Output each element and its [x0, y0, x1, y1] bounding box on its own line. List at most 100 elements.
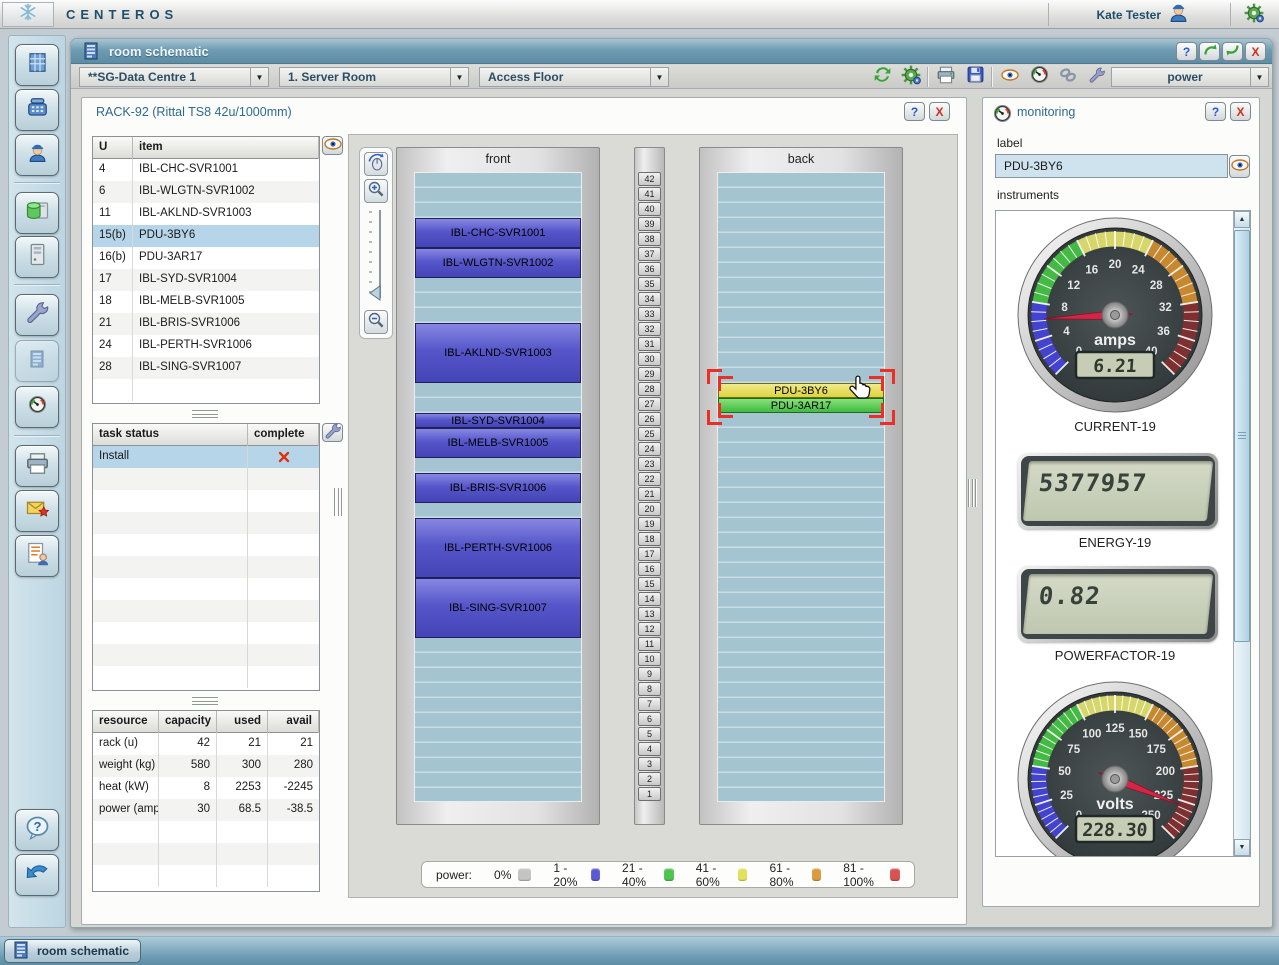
rack-help-button[interactable]: ? — [904, 102, 925, 121]
splitter-grip[interactable] — [192, 697, 218, 705]
scrollbar-thumb[interactable] — [1234, 230, 1250, 642]
settings-button[interactable] — [1241, 3, 1267, 27]
restore-up-button[interactable] — [1199, 42, 1220, 61]
table-cell: 68.5 — [217, 799, 268, 821]
u-scale-cell: 42 — [638, 172, 661, 186]
table-cell: 21 — [217, 733, 268, 755]
table-row[interactable]: 17IBL-SYD-SVR1004 — [93, 269, 319, 291]
toolbar-dropdown-0[interactable]: **SG-Data Centre 1▼ — [79, 67, 269, 87]
rack-item-IBL-CHC-SVR1001[interactable]: IBL-CHC-SVR1001 — [415, 218, 581, 248]
table-row[interactable]: 6IBL-WLGTN-SVR1002 — [93, 181, 319, 203]
task-tools-button[interactable] — [322, 423, 343, 442]
close-button[interactable]: X — [1245, 42, 1266, 61]
sidebar-button-datacenter[interactable] — [15, 44, 59, 86]
rack-item-IBL-MELB-SVR1005[interactable]: IBL-MELB-SVR1005 — [415, 428, 581, 458]
sidebar-button-help[interactable]: ? — [15, 809, 59, 851]
user-menu[interactable]: Kate Tester — [1097, 3, 1189, 26]
sidebar-button-tools[interactable] — [15, 294, 59, 336]
eye-button[interactable] — [997, 67, 1023, 87]
links-button[interactable] — [1055, 67, 1081, 87]
rack-item-IBL-PERTH-SVR1006[interactable]: IBL-PERTH-SVR1006 — [415, 518, 581, 578]
table-cell — [93, 468, 248, 490]
table-row[interactable]: weight (kg)580300280 — [93, 755, 319, 777]
svg-text:20: 20 — [1109, 259, 1122, 271]
sidebar-button-database[interactable] — [15, 192, 59, 234]
zoom-in-button[interactable] — [364, 179, 388, 203]
table-row[interactable]: heat (kW)82253-2245 — [93, 777, 319, 799]
scroll-down-button[interactable]: ▼ — [1234, 839, 1250, 856]
column-header: item — [133, 137, 319, 159]
table-cell — [248, 490, 319, 512]
save-button[interactable] — [962, 67, 988, 87]
sidebar-button-printer[interactable] — [15, 445, 59, 487]
table-row[interactable]: power (amp3068.5-38.5 — [93, 799, 319, 821]
sidebar-button-server[interactable] — [15, 236, 59, 278]
table-row[interactable]: 4IBL-CHC-SVR1001 — [93, 159, 319, 181]
rack-items-table[interactable]: Uitem4IBL-CHC-SVR10016IBL-WLGTN-SVR10021… — [92, 136, 320, 404]
sidebar-button-gauge[interactable] — [15, 386, 59, 428]
table-row[interactable]: Install — [93, 446, 319, 468]
sidebar-button-back[interactable] — [15, 854, 59, 896]
rack-item-IBL-SING-SVR1007[interactable]: IBL-SING-SVR1007 — [415, 578, 581, 638]
table-cell — [217, 843, 268, 865]
scroll-up-button[interactable]: ▲ — [1234, 211, 1250, 228]
splitter-grip-vertical[interactable] — [334, 488, 342, 516]
table-row[interactable]: rack (u)422121 — [93, 733, 319, 755]
view-mode-dropdown[interactable]: power▼ — [1111, 67, 1269, 87]
column-header: capacity — [159, 711, 217, 733]
rack-close-button[interactable]: X — [929, 102, 950, 121]
zoom-slider[interactable] — [363, 206, 389, 307]
legend-label: power: — [436, 868, 472, 882]
snowflake-icon — [14, 2, 42, 27]
u-scale-cell: 6 — [638, 712, 661, 726]
rotate-icon — [366, 152, 386, 177]
window-title: room schematic — [109, 44, 209, 59]
rack-item-IBL-BRIS-SVR1006[interactable]: IBL-BRIS-SVR1006 — [415, 473, 581, 503]
rack-item-IBL-AKLND-SVR1003[interactable]: IBL-AKLND-SVR1003 — [415, 323, 581, 383]
table-cell: 580 — [159, 755, 217, 777]
window-toolbar: **SG-Data Centre 1▼ 1. Server Room▼ Access… — [71, 65, 1272, 89]
monitoring-close-button[interactable]: X — [1230, 102, 1251, 121]
rack-item-IBL-SYD-SVR1004[interactable]: IBL-SYD-SVR1004 — [415, 413, 581, 428]
u-scale-cell: 13 — [638, 607, 661, 621]
taskbar-room-schematic-button[interactable]: room schematic — [4, 939, 141, 963]
toolbar-dropdown-1[interactable]: 1. Server Room▼ — [279, 67, 469, 87]
table-row[interactable]: 21IBL-BRIS-SVR1006 — [93, 313, 319, 335]
label-visibility-button[interactable] — [1229, 155, 1250, 178]
wrench-button[interactable] — [1084, 67, 1110, 87]
gauge-button[interactable] — [1026, 67, 1052, 87]
rotate-view-button[interactable] — [364, 152, 388, 176]
table-row[interactable]: 16(b)PDU-3AR17 — [93, 247, 319, 269]
table-row[interactable]: 18IBL-MELB-SVR1005 — [93, 291, 319, 313]
help-icon: ? — [25, 815, 50, 845]
u-scale-cell: 21 — [638, 487, 661, 501]
refresh-button[interactable] — [869, 67, 895, 87]
datacenter-icon — [25, 50, 50, 80]
splitter-grip[interactable] — [192, 410, 218, 418]
toolbar-dropdown-2[interactable]: Access Floor▼ — [479, 67, 669, 87]
table-row[interactable]: 28IBL-SING-SVR1007 — [93, 357, 319, 379]
u-scale: 4241403938373635343332313029282726252423… — [634, 147, 665, 825]
sidebar-button-report[interactable] — [15, 535, 59, 577]
sidebar-button-user[interactable] — [15, 134, 59, 176]
window-titlebar[interactable]: room schematic ? X — [71, 39, 1272, 64]
table-row[interactable]: 11IBL-AKLND-SVR1003 — [93, 203, 319, 225]
table-cell: 2253 — [217, 777, 268, 799]
label-input[interactable] — [995, 154, 1228, 178]
sidebar-button-phone[interactable] — [15, 89, 59, 131]
restore-down-button[interactable] — [1222, 42, 1243, 61]
monitoring-help-button[interactable]: ? — [1205, 102, 1226, 121]
instruments-scrollbar[interactable]: ▲ ▼ — [1233, 211, 1250, 856]
table-row[interactable]: 24IBL-PERTH-SVR1006 — [93, 335, 319, 357]
gears-button[interactable] — [898, 67, 924, 87]
print-button[interactable] — [933, 67, 959, 87]
table-cell — [133, 379, 319, 401]
zoom-out-button[interactable] — [364, 310, 388, 334]
items-visibility-button[interactable] — [322, 136, 343, 155]
table-row[interactable]: 15(b)PDU-3BY6 — [93, 225, 319, 247]
rack-item-IBL-WLGTN-SVR1002[interactable]: IBL-WLGTN-SVR1002 — [415, 248, 581, 278]
help-button[interactable]: ? — [1176, 42, 1197, 61]
sidebar-button-mail-alert[interactable] — [15, 490, 59, 532]
task-status-table[interactable]: task statuscompleteInstall — [92, 423, 320, 691]
panel-splitter-grip[interactable] — [968, 479, 976, 507]
